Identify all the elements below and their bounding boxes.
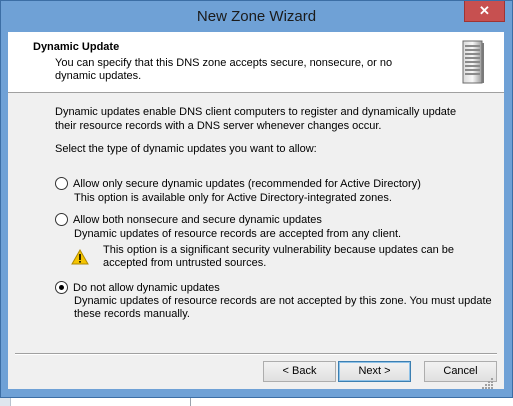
option-label: Allow both nonsecure and secure dynamic … <box>73 213 322 226</box>
prompt-text: Select the type of dynamic updates you w… <box>55 143 317 155</box>
wizard-header: Dynamic Update You can specify that this… <box>8 32 504 93</box>
option-no-updates[interactable]: Do not allow dynamic updates <box>55 281 220 294</box>
option-description: Dynamic updates of resource records are … <box>74 228 402 240</box>
page-description: You can specify that this DNS zone accep… <box>55 57 393 82</box>
intro-text: Dynamic updates enable DNS client comput… <box>55 106 457 132</box>
window-title: New Zone Wizard <box>196 8 317 25</box>
next-button[interactable]: Next > <box>338 361 411 382</box>
title-bar[interactable]: New Zone Wizard ✕ <box>1 1 512 32</box>
option-secure-only[interactable]: Allow only secure dynamic updates (recom… <box>55 177 421 190</box>
page-title: Dynamic Update <box>33 41 120 53</box>
resize-grip-icon[interactable] <box>481 376 495 390</box>
radio-secure-only[interactable] <box>55 177 68 190</box>
warning-icon <box>71 249 89 265</box>
close-icon: ✕ <box>479 3 490 18</box>
warning-text: This option is a significant security vu… <box>103 244 454 269</box>
option-label: Allow only secure dynamic updates (recom… <box>73 177 421 190</box>
server-icon <box>462 40 484 84</box>
option-description: This option is available only for Active… <box>74 192 392 204</box>
radio-nonsecure-and-secure[interactable] <box>55 213 68 226</box>
option-description: Dynamic updates of resource records are … <box>74 295 492 320</box>
close-button[interactable]: ✕ <box>464 1 505 22</box>
wizard-client-area: Dynamic Update You can specify that this… <box>8 32 504 389</box>
wizard-window: New Zone Wizard ✕ Dynamic Update You can… <box>0 0 513 398</box>
option-label: Do not allow dynamic updates <box>73 281 220 294</box>
background-line <box>190 398 191 406</box>
back-button[interactable]: < Back <box>263 361 336 382</box>
footer-separator <box>15 353 497 355</box>
radio-no-updates[interactable] <box>55 281 68 294</box>
option-nonsecure-and-secure[interactable]: Allow both nonsecure and secure dynamic … <box>55 213 322 226</box>
